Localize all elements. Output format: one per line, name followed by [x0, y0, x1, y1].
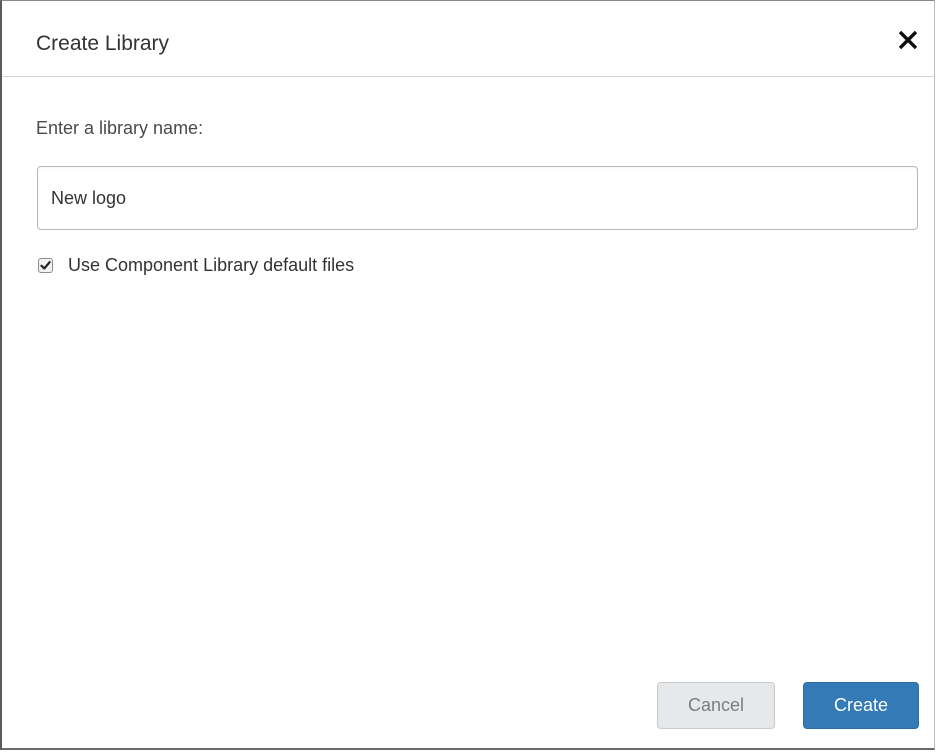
cancel-button[interactable]: Cancel [657, 682, 775, 729]
library-name-label: Enter a library name: [36, 118, 204, 138]
default-files-option[interactable]: Use Component Library default files [38, 254, 354, 276]
dialog-header: Create Library [2, 1, 934, 77]
checkmark-icon [40, 260, 51, 270]
close-button[interactable] [896, 28, 920, 52]
dialog-title: Create Library [36, 32, 170, 55]
default-files-checkbox[interactable] [38, 257, 53, 273]
default-files-label: Use Component Library default files [68, 255, 355, 275]
create-library-dialog: Create Library Enter a library name: Use… [0, 0, 935, 750]
library-name-input[interactable] [37, 166, 918, 230]
close-icon [898, 30, 918, 50]
create-button[interactable]: Create [803, 682, 919, 729]
